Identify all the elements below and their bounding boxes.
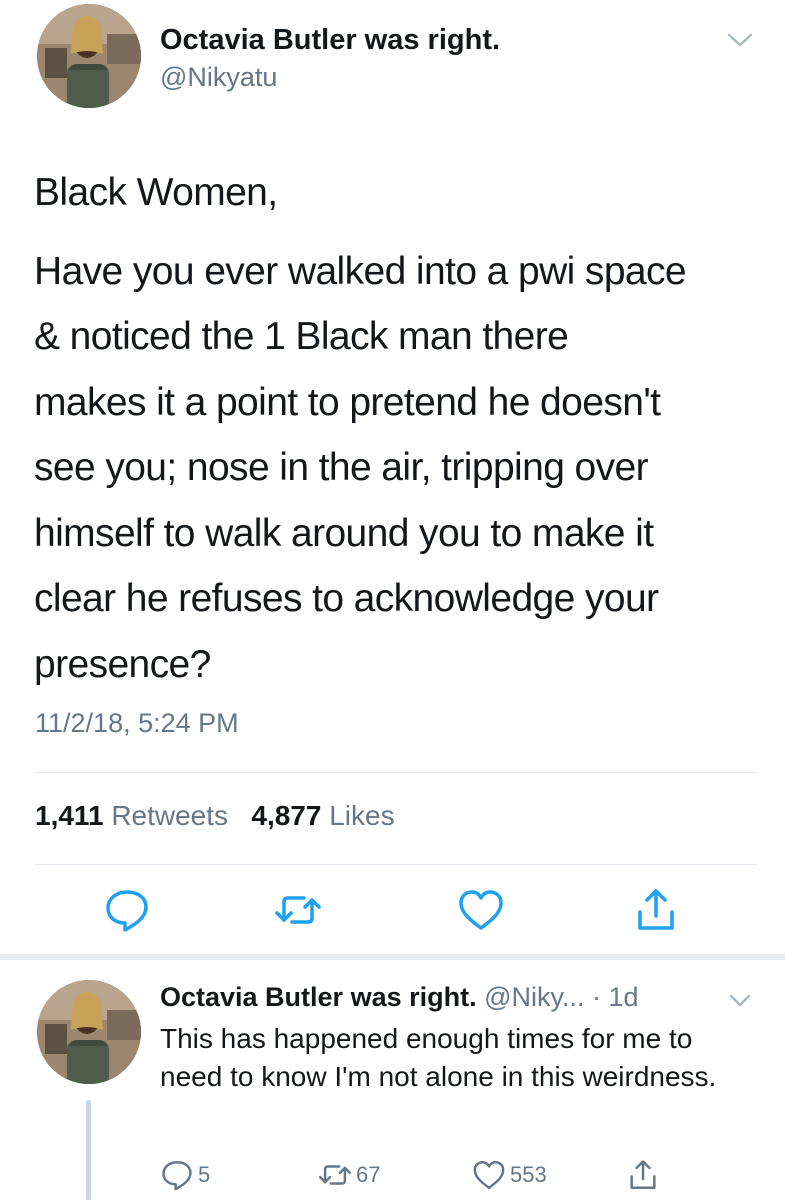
tweet-line: himself to walk around you to make it — [34, 511, 654, 555]
reply-header: Octavia Butler was right. @Niky... · 1d — [160, 982, 639, 1013]
avatar-photo — [37, 4, 141, 108]
likes-label[interactable]: Likes — [329, 800, 394, 831]
tweet-line: clear he refuses to acknowledge your — [34, 577, 659, 620]
retweets-label[interactable]: Retweets — [111, 800, 228, 831]
retweets-count[interactable]: 1,411 — [35, 800, 104, 831]
reply-actions: 5 67 553 — [0, 1158, 785, 1194]
avatar[interactable] — [37, 4, 141, 108]
tweet-line: see you; nose in the air, tripping over — [34, 446, 649, 489]
reply-action[interactable]: 5 — [160, 1158, 210, 1192]
retweet-action[interactable]: 67 — [318, 1158, 380, 1192]
reply-count: 5 — [198, 1162, 211, 1187]
timestamp: 11/2/18, 5:24 PM — [35, 708, 239, 738]
display-name[interactable]: Octavia Butler was right. — [160, 24, 500, 57]
like-icon[interactable] — [457, 886, 505, 934]
handle[interactable]: @Nikyatu — [160, 62, 277, 93]
retweet-count: 67 — [356, 1162, 381, 1187]
retweet-icon — [318, 1165, 352, 1185]
share-icon[interactable] — [632, 886, 680, 934]
tweet-actions — [0, 886, 785, 936]
tweet-line: & noticed the 1 Black man there — [34, 315, 569, 358]
tweet-text: Black Women, Have you ever walked into a… — [34, 160, 764, 697]
reply-handle[interactable]: @Niky... — [484, 982, 584, 1012]
divider — [35, 864, 757, 865]
tweet-line: Have you ever walked into a pwi space — [34, 249, 687, 293]
reply-display-name[interactable]: Octavia Butler was right. — [160, 982, 477, 1012]
share-icon — [630, 1160, 656, 1189]
tweet-line: presence? — [34, 642, 211, 686]
retweet-icon[interactable] — [274, 886, 322, 934]
share-action[interactable] — [626, 1158, 660, 1192]
reply-text: This has happened enough times for me to… — [160, 1023, 717, 1092]
reply-icon[interactable] — [103, 886, 151, 934]
like-action[interactable]: 553 — [472, 1158, 547, 1192]
like-icon — [473, 1161, 505, 1189]
engagement-stats: 1,411 Retweets 4,877 Likes — [35, 800, 395, 832]
reply-icon — [162, 1161, 192, 1191]
tweet-line: makes it a point to pretend he doesn't — [34, 380, 661, 424]
chevron-down-icon[interactable] — [726, 30, 754, 50]
reply-tweet[interactable]: Octavia Butler was right. @Niky... · 1d … — [0, 960, 785, 1200]
avatar-photo — [37, 980, 141, 1084]
tweet-greeting: Black Women, — [34, 171, 278, 214]
avatar[interactable] — [37, 980, 141, 1084]
divider — [35, 772, 757, 773]
like-count: 553 — [510, 1162, 547, 1187]
likes-count[interactable]: 4,877 — [251, 800, 321, 831]
chevron-down-icon[interactable] — [728, 992, 752, 1010]
reply-age: · 1d — [592, 982, 639, 1012]
